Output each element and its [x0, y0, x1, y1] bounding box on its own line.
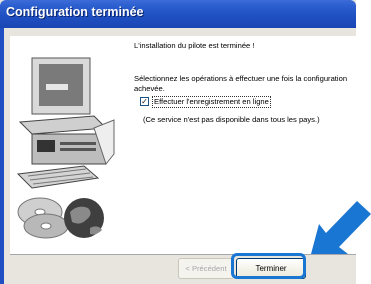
pointer-arrow-icon — [311, 201, 371, 254]
